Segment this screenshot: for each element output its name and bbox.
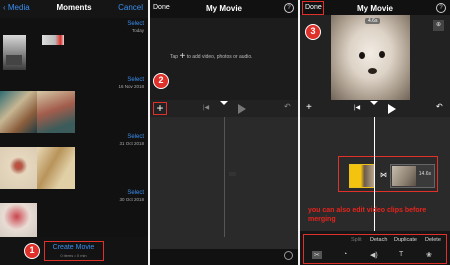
section-date: 30 Oct 2018	[119, 197, 144, 202]
zoom-icon[interactable]: ⊕	[433, 20, 444, 31]
add-media-hint: Tap + to add video, photos or audio.	[170, 51, 253, 62]
undo-icon[interactable]: ↶	[436, 102, 443, 111]
photo-thumbnail[interactable]	[37, 147, 75, 189]
duplicate-button[interactable]: Duplicate	[394, 237, 417, 243]
step-badge: 1	[24, 243, 40, 259]
plus-icon: +	[179, 51, 186, 62]
photo-thumbnail[interactable]	[0, 203, 37, 237]
photo-thumbnail[interactable]	[37, 91, 75, 133]
volume-icon[interactable]: ◀)	[370, 251, 378, 259]
speed-icon[interactable]: ◔	[343, 251, 347, 258]
undo-icon[interactable]: ↶	[284, 102, 291, 111]
tap-prefix: Tap	[170, 53, 179, 60]
clip-duration-badge: 4.6s	[365, 18, 381, 24]
clip-thumbnail	[392, 166, 416, 186]
text-icon[interactable]: T	[399, 251, 403, 258]
empty-duration-chip	[229, 172, 236, 176]
detach-button[interactable]: Detach	[370, 237, 387, 243]
split-button[interactable]: Split	[351, 237, 362, 243]
project-title: My Movie	[356, 4, 393, 13]
tap-suffix: to add video, photos or audio.	[186, 53, 253, 60]
settings-icon[interactable]	[284, 251, 293, 260]
playhead-marker	[220, 101, 228, 105]
photo-thumbnail[interactable]	[42, 35, 64, 45]
play-icon[interactable]	[388, 104, 396, 114]
create-movie-count: 0 items • 0 min	[60, 253, 87, 258]
help-icon[interactable]: ?	[284, 3, 294, 13]
video-clip[interactable]: 14.6s	[390, 164, 435, 188]
dog-nose	[368, 68, 377, 74]
moments-panel: ‹ Media Moments Cancel Select Today Sele…	[0, 0, 148, 265]
preview-frame	[331, 15, 410, 100]
editing-project-panel: Done My Movie ? 4.6s ⊕ 3 + |◀ ↶ ⋈ 14.6s …	[300, 0, 450, 265]
help-icon[interactable]: ?	[436, 3, 446, 13]
photo-thumbnail[interactable]	[0, 147, 37, 189]
filters-icon[interactable]: ❀	[426, 251, 432, 259]
empty-project-panel: Done My Movie ? Tap + to add video, phot…	[150, 0, 298, 265]
annotation-note: you can also edit video clips before mer…	[308, 207, 427, 223]
add-media-icon[interactable]: +	[306, 102, 312, 113]
step-badge: 3	[305, 24, 321, 40]
dog-eye	[359, 52, 365, 59]
video-clip[interactable]	[349, 164, 375, 188]
dog-eye	[379, 51, 385, 58]
add-media-button[interactable]: +	[153, 102, 167, 115]
create-movie-button[interactable]: Create Movie 0 items • 0 min	[44, 241, 104, 261]
section-date: Today	[131, 28, 144, 33]
transition-icon[interactable]: ⋈	[380, 171, 387, 179]
cancel-button[interactable]: Cancel	[118, 3, 143, 12]
select-button[interactable]: Select	[127, 134, 144, 140]
section-date: 31 Oct 2018	[119, 141, 144, 146]
select-button[interactable]: Select	[127, 77, 144, 83]
photo-thumbnail[interactable]	[0, 91, 37, 133]
play-icon[interactable]	[238, 104, 246, 114]
step-badge: 2	[153, 73, 169, 89]
section-date: 16 Nov 2018	[118, 84, 144, 89]
clip-duration: 14.6s	[418, 171, 431, 177]
select-button[interactable]: Select	[127, 21, 144, 27]
skip-back-icon[interactable]: |◀	[203, 104, 209, 111]
select-button[interactable]: Select	[127, 190, 144, 196]
photo-thumbnail-detail	[6, 55, 22, 65]
skip-back-icon[interactable]: |◀	[354, 104, 360, 111]
delete-button[interactable]: Delete	[425, 237, 441, 243]
create-movie-label: Create Movie	[52, 244, 95, 251]
playhead	[224, 117, 225, 237]
playhead-marker	[370, 101, 378, 105]
scissors-icon[interactable]: ✂	[312, 251, 322, 259]
project-title: My Movie	[205, 4, 242, 13]
